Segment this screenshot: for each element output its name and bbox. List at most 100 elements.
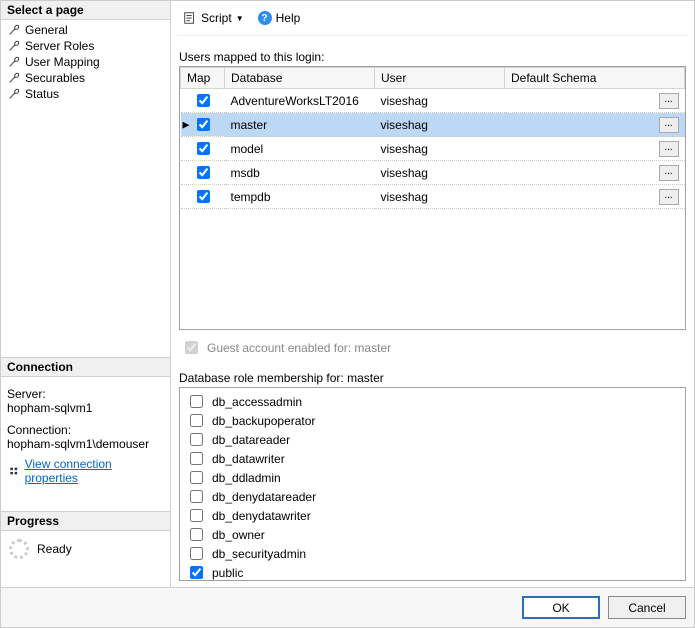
role-name: db_datawriter [212, 452, 285, 466]
schema-browse-button[interactable]: ... [659, 141, 679, 157]
view-connection-properties-link[interactable]: View connection properties [7, 457, 164, 485]
script-button-label: Script [201, 11, 232, 25]
nav-item-status[interactable]: Status [1, 86, 170, 102]
user-mapping-grid[interactable]: Map Database User Default Schema Adventu… [179, 66, 686, 330]
role-item[interactable]: db_ddladmin [184, 468, 681, 487]
row-indicator-icon: ▶ [183, 119, 190, 130]
left-spacer [1, 104, 170, 357]
cell-user: viseshag [375, 137, 505, 161]
nav-item-label: User Mapping [25, 55, 100, 69]
cell-user: viseshag [375, 89, 505, 113]
mapping-row[interactable]: ▶masterviseshag... [181, 113, 685, 137]
role-item[interactable]: db_datawriter [184, 449, 681, 468]
role-item[interactable]: db_securityadmin [184, 544, 681, 563]
schema-browse-button[interactable]: ... [659, 189, 679, 205]
role-checkbox[interactable] [190, 414, 203, 427]
role-name: db_accessadmin [212, 395, 302, 409]
role-item[interactable]: db_backupoperator [184, 411, 681, 430]
help-button-label: Help [276, 11, 301, 25]
spacer [1, 567, 170, 587]
nav-item-label: Securables [25, 71, 85, 85]
col-header-schema[interactable]: Default Schema [505, 68, 685, 89]
guest-enabled-check-icon [185, 341, 198, 354]
help-button[interactable]: ? Help [254, 9, 305, 27]
role-name: db_backupoperator [212, 414, 315, 428]
role-membership-list[interactable]: db_accessadmin db_backupoperator db_datare… [179, 387, 686, 581]
map-checkbox[interactable] [197, 166, 210, 179]
col-header-database[interactable]: Database [225, 68, 375, 89]
cell-schema: ... [505, 161, 685, 185]
role-name: db_securityadmin [212, 547, 306, 561]
wrench-icon [7, 55, 21, 69]
role-checkbox[interactable] [190, 452, 203, 465]
role-checkbox[interactable] [190, 566, 203, 579]
role-name: db_denydatareader [212, 490, 316, 504]
wrench-icon [7, 71, 21, 85]
map-checkbox[interactable] [197, 190, 210, 203]
mapping-row[interactable]: modelviseshag... [181, 137, 685, 161]
nav-item-label: General [25, 23, 68, 37]
server-label: Server: [7, 387, 164, 401]
progress-body: Ready [1, 531, 170, 567]
schema-browse-button[interactable]: ... [659, 165, 679, 181]
nav-item-user-mapping[interactable]: User Mapping [1, 54, 170, 70]
cell-schema: ... [505, 113, 685, 137]
cell-database: AdventureWorksLT2016 [225, 89, 375, 113]
cell-user: viseshag [375, 185, 505, 209]
cell-database: msdb [225, 161, 375, 185]
col-header-map[interactable]: Map [181, 68, 225, 89]
mapping-row[interactable]: msdbviseshag... [181, 161, 685, 185]
role-checkbox[interactable] [190, 490, 203, 503]
left-pane: Select a page GeneralServer RolesUser Ma… [1, 1, 171, 587]
role-checkbox[interactable] [190, 471, 203, 484]
role-checkbox[interactable] [190, 547, 203, 560]
role-checkbox[interactable] [190, 528, 203, 541]
map-checkbox[interactable] [197, 118, 210, 131]
script-icon [183, 11, 197, 25]
toolbar: Script ▼ ? Help [177, 5, 688, 36]
mapping-row[interactable]: tempdbviseshag... [181, 185, 685, 209]
progress-ring-icon [9, 539, 29, 559]
role-name: db_denydatawriter [212, 509, 311, 523]
chevron-down-icon: ▼ [236, 14, 244, 23]
role-item[interactable]: db_accessadmin [184, 392, 681, 411]
connection-header: Connection [1, 357, 170, 377]
script-button[interactable]: Script ▼ [179, 9, 248, 27]
role-checkbox[interactable] [190, 509, 203, 522]
connection-body: Server: hopham-sqlvm1 Connection: hopham… [1, 377, 170, 491]
select-page-header: Select a page [1, 1, 170, 20]
cancel-button[interactable]: Cancel [608, 596, 686, 619]
col-header-user[interactable]: User [375, 68, 505, 89]
users-mapped-label: Users mapped to this login: [179, 50, 686, 64]
role-item[interactable]: db_datareader [184, 430, 681, 449]
mapping-row[interactable]: AdventureWorksLT2016viseshag... [181, 89, 685, 113]
role-name: db_ddladmin [212, 471, 281, 485]
connection-value: hopham-sqlvm1\demouser [7, 437, 164, 451]
ok-button[interactable]: OK [522, 596, 600, 619]
guest-enabled-checkbox: Guest account enabled for: master [179, 338, 686, 357]
nav-item-general[interactable]: General [1, 22, 170, 38]
role-checkbox[interactable] [190, 395, 203, 408]
connection-label: Connection: [7, 423, 164, 437]
role-item[interactable]: db_denydatawriter [184, 506, 681, 525]
nav-item-server-roles[interactable]: Server Roles [1, 38, 170, 54]
grid-empty-area [180, 209, 685, 329]
spacer [1, 491, 170, 511]
content: Users mapped to this login: Map Database… [177, 36, 688, 583]
role-item[interactable]: db_denydatareader [184, 487, 681, 506]
progress-status: Ready [37, 542, 72, 556]
schema-browse-button[interactable]: ... [659, 93, 679, 109]
role-item[interactable]: public [184, 563, 681, 581]
cell-database: model [225, 137, 375, 161]
wrench-icon [7, 87, 21, 101]
cell-database: tempdb [225, 185, 375, 209]
role-item[interactable]: db_owner [184, 525, 681, 544]
view-connection-properties-text: View connection properties [25, 457, 164, 485]
role-checkbox[interactable] [190, 433, 203, 446]
map-checkbox[interactable] [197, 142, 210, 155]
page-nav-list: GeneralServer RolesUser Mapping Securable… [1, 20, 170, 104]
nav-item-securables[interactable]: Securables [1, 70, 170, 86]
cell-user: viseshag [375, 113, 505, 137]
schema-browse-button[interactable]: ... [659, 117, 679, 133]
map-checkbox[interactable] [197, 94, 210, 107]
